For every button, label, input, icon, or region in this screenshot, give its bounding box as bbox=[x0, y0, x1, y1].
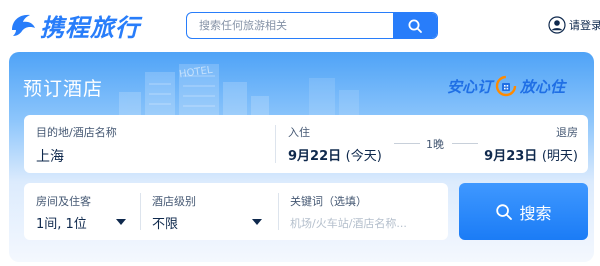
hotel-booking-panel: HOTEL 预订酒店 安心订 放心住 目的地/酒店名称 上海 入住 9月22日 bbox=[9, 52, 594, 262]
login-link[interactable]: 请登录 bbox=[548, 15, 600, 35]
hotel-badge-icon bbox=[495, 75, 517, 97]
search-icon bbox=[496, 203, 513, 220]
keyword-label: 关键词（选填） bbox=[290, 195, 367, 208]
hotel-search-button[interactable]: 搜索 bbox=[459, 183, 588, 240]
checkin-label: 入住 bbox=[288, 126, 310, 139]
slogan: 安心订 放心住 bbox=[447, 74, 565, 98]
search-icon bbox=[408, 19, 422, 33]
star-value: 不限 bbox=[152, 217, 179, 232]
logo-text: 携程旅行 bbox=[40, 13, 140, 42]
hotel-star-select[interactable]: 酒店级别 不限 bbox=[142, 183, 276, 240]
rooms-guests-select[interactable]: 房间及住客 1间, 1位 bbox=[24, 183, 138, 240]
checkout-date: 9月23日 (明天) bbox=[484, 145, 578, 164]
panel-title: 预订酒店 bbox=[23, 78, 104, 100]
checkout-date-text: 9月23日 bbox=[484, 149, 538, 164]
checkin-date-text: 9月22日 bbox=[288, 149, 342, 164]
destination-date-card: 目的地/酒店名称 上海 入住 9月22日 (今天) 1晚 退房 9月23日 (明… bbox=[24, 115, 588, 173]
divider bbox=[278, 193, 279, 230]
ctrip-logo[interactable]: 携程旅行 bbox=[8, 8, 140, 42]
global-search bbox=[186, 12, 438, 39]
keyword-field[interactable]: 关键词（选填） 机场/火车站/酒店名称... bbox=[280, 183, 448, 240]
destination-field[interactable]: 目的地/酒店名称 上海 bbox=[24, 115, 274, 173]
search-button-label: 搜索 bbox=[519, 203, 552, 223]
checkout-weekday: (明天) bbox=[541, 149, 578, 164]
destination-label: 目的地/酒店名称 bbox=[36, 126, 117, 139]
nights-line-right bbox=[452, 143, 478, 144]
divider bbox=[275, 125, 276, 163]
checkin-date: 9月22日 (今天) bbox=[288, 145, 382, 164]
login-label: 请登录 bbox=[569, 19, 600, 32]
global-search-input[interactable] bbox=[187, 13, 393, 38]
keyword-placeholder: 机场/火车站/酒店名称... bbox=[290, 217, 407, 230]
destination-value: 上海 bbox=[36, 149, 64, 165]
checkin-field[interactable]: 入住 9月22日 (今天) bbox=[280, 115, 400, 173]
rooms-label: 房间及住客 bbox=[36, 195, 91, 208]
user-circle-icon bbox=[548, 16, 566, 34]
checkout-field[interactable]: 退房 9月23日 (明天) bbox=[480, 115, 586, 173]
slogan-left: 安心订 bbox=[447, 77, 493, 96]
top-header: 携程旅行 请登录 bbox=[0, 0, 600, 50]
nights-count: 1晚 bbox=[426, 138, 444, 151]
checkin-weekday: (今天) bbox=[345, 149, 382, 164]
global-search-button[interactable] bbox=[393, 13, 437, 38]
caret-down-icon bbox=[252, 219, 262, 225]
checkout-label: 退房 bbox=[556, 126, 578, 139]
divider bbox=[140, 193, 141, 230]
rooms-value: 1间, 1位 bbox=[36, 217, 87, 232]
slogan-right: 放心住 bbox=[520, 77, 566, 96]
star-label: 酒店级别 bbox=[152, 195, 196, 208]
caret-down-icon bbox=[116, 219, 126, 225]
dolphin-logo-icon bbox=[12, 14, 35, 36]
nights-line-left bbox=[394, 143, 420, 144]
filters-card: 房间及住客 1间, 1位 酒店级别 不限 关键词（选填） 机场/火车站/酒店名称… bbox=[24, 183, 448, 240]
